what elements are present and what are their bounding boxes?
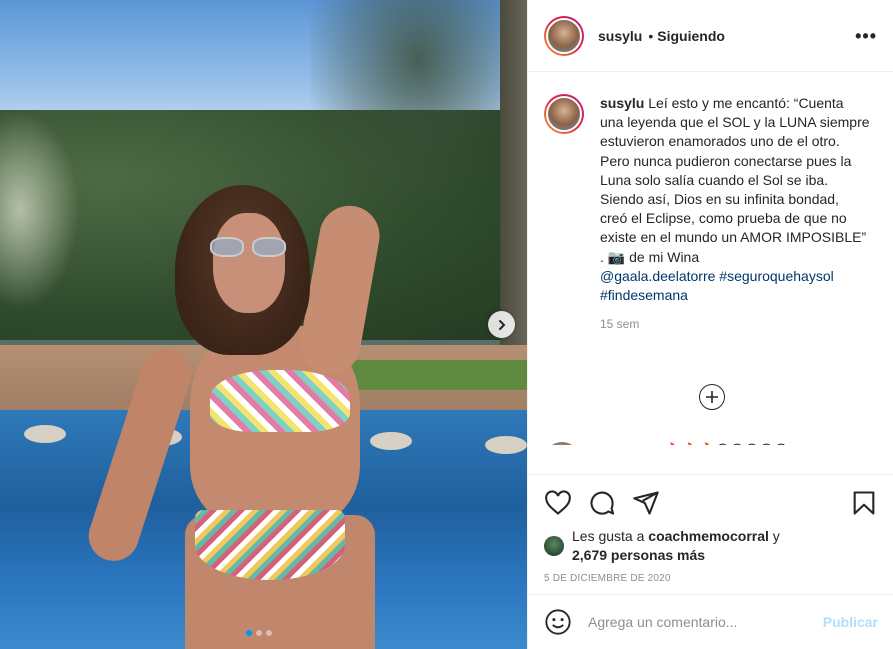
comment-input[interactable] bbox=[588, 614, 823, 630]
pool-stool bbox=[485, 436, 527, 454]
post-actions: Les gusta a coachmemocorral y 2,679 pers… bbox=[528, 474, 893, 584]
carousel-dot-active bbox=[246, 630, 252, 636]
bikini-top bbox=[210, 370, 350, 432]
carousel-dot bbox=[256, 630, 262, 636]
share-icon[interactable] bbox=[632, 489, 660, 517]
liker-avatar[interactable] bbox=[544, 536, 564, 556]
chevron-right-icon bbox=[498, 319, 505, 330]
post-header: susylu • Siguiendo ••• bbox=[528, 0, 893, 72]
likes-count[interactable]: 2,679 personas más bbox=[572, 547, 705, 563]
comment-icon[interactable] bbox=[588, 489, 616, 517]
likes-text: Les gusta a coachmemocorral y 2,679 pers… bbox=[572, 527, 780, 565]
bikini-bottom bbox=[195, 510, 345, 580]
carousel-indicators bbox=[246, 630, 272, 636]
carousel-dot bbox=[266, 630, 272, 636]
post-date[interactable]: 5 DE DICIEMBRE DE 2020 bbox=[544, 573, 878, 584]
plus-icon bbox=[706, 391, 718, 403]
likes-prefix: Les gusta a bbox=[572, 528, 645, 544]
separator: • bbox=[648, 27, 654, 44]
person bbox=[82, 185, 405, 649]
author-username[interactable]: susylu bbox=[598, 28, 642, 44]
post-image[interactable] bbox=[0, 0, 527, 649]
sun-flare bbox=[0, 110, 80, 310]
comment-text: joel_l239 🔥🔥🔥😍😍😍😘😘 bbox=[600, 442, 788, 445]
publish-button[interactable]: Publicar bbox=[823, 614, 878, 630]
comment-username[interactable]: joel_l239 bbox=[600, 442, 659, 445]
heart-icon[interactable] bbox=[544, 489, 572, 517]
likes-suffix: y bbox=[772, 528, 780, 544]
palm-tree bbox=[310, 0, 527, 200]
more-options-icon[interactable]: ••• bbox=[855, 26, 877, 47]
likes-summary: Les gusta a coachmemocorral y 2,679 pers… bbox=[544, 527, 878, 565]
caption-username[interactable]: susylu bbox=[600, 95, 644, 111]
hashtag-link[interactable]: #findesemana bbox=[600, 287, 688, 303]
post-sidebar: susylu • Siguiendo ••• susylu Leí esto y… bbox=[527, 0, 893, 649]
following-button[interactable]: Siguiendo bbox=[657, 28, 725, 44]
caption: susylu Leí esto y me encantó: “Cuenta un… bbox=[544, 94, 877, 305]
comments-section: susylu Leí esto y me encantó: “Cuenta un… bbox=[528, 72, 893, 445]
bookmark-icon[interactable] bbox=[850, 489, 878, 517]
action-icons bbox=[544, 483, 878, 523]
author-avatar[interactable] bbox=[544, 15, 584, 56]
caption-timestamp[interactable]: 15 sem bbox=[600, 317, 877, 331]
caption-line-2: Pero nunca pudieron conectarse pues la L… bbox=[600, 152, 867, 265]
pool-stool bbox=[24, 425, 66, 443]
palm-trunk bbox=[500, 0, 527, 400]
comment: joel_l239 🔥🔥🔥😍😍😍😘😘 bbox=[544, 442, 878, 445]
carousel-next-button[interactable] bbox=[488, 311, 515, 338]
comment-avatar[interactable] bbox=[544, 442, 580, 445]
load-more-comments-button[interactable] bbox=[699, 384, 725, 410]
mention-link[interactable]: @gaala.deelatorre bbox=[600, 268, 715, 284]
caption-text: susylu Leí esto y me encantó: “Cuenta un… bbox=[600, 94, 870, 305]
hashtag-link[interactable]: #seguroquehaysol bbox=[719, 268, 833, 284]
liker-username[interactable]: coachmemocorral bbox=[648, 528, 769, 544]
emoji-icon[interactable] bbox=[544, 608, 572, 636]
caption-avatar[interactable] bbox=[544, 94, 584, 134]
add-comment-bar: Publicar bbox=[528, 594, 893, 649]
comment-body: 🔥🔥🔥😍😍😍😘😘 bbox=[663, 442, 788, 445]
instagram-post: susylu • Siguiendo ••• susylu Leí esto y… bbox=[0, 0, 893, 649]
